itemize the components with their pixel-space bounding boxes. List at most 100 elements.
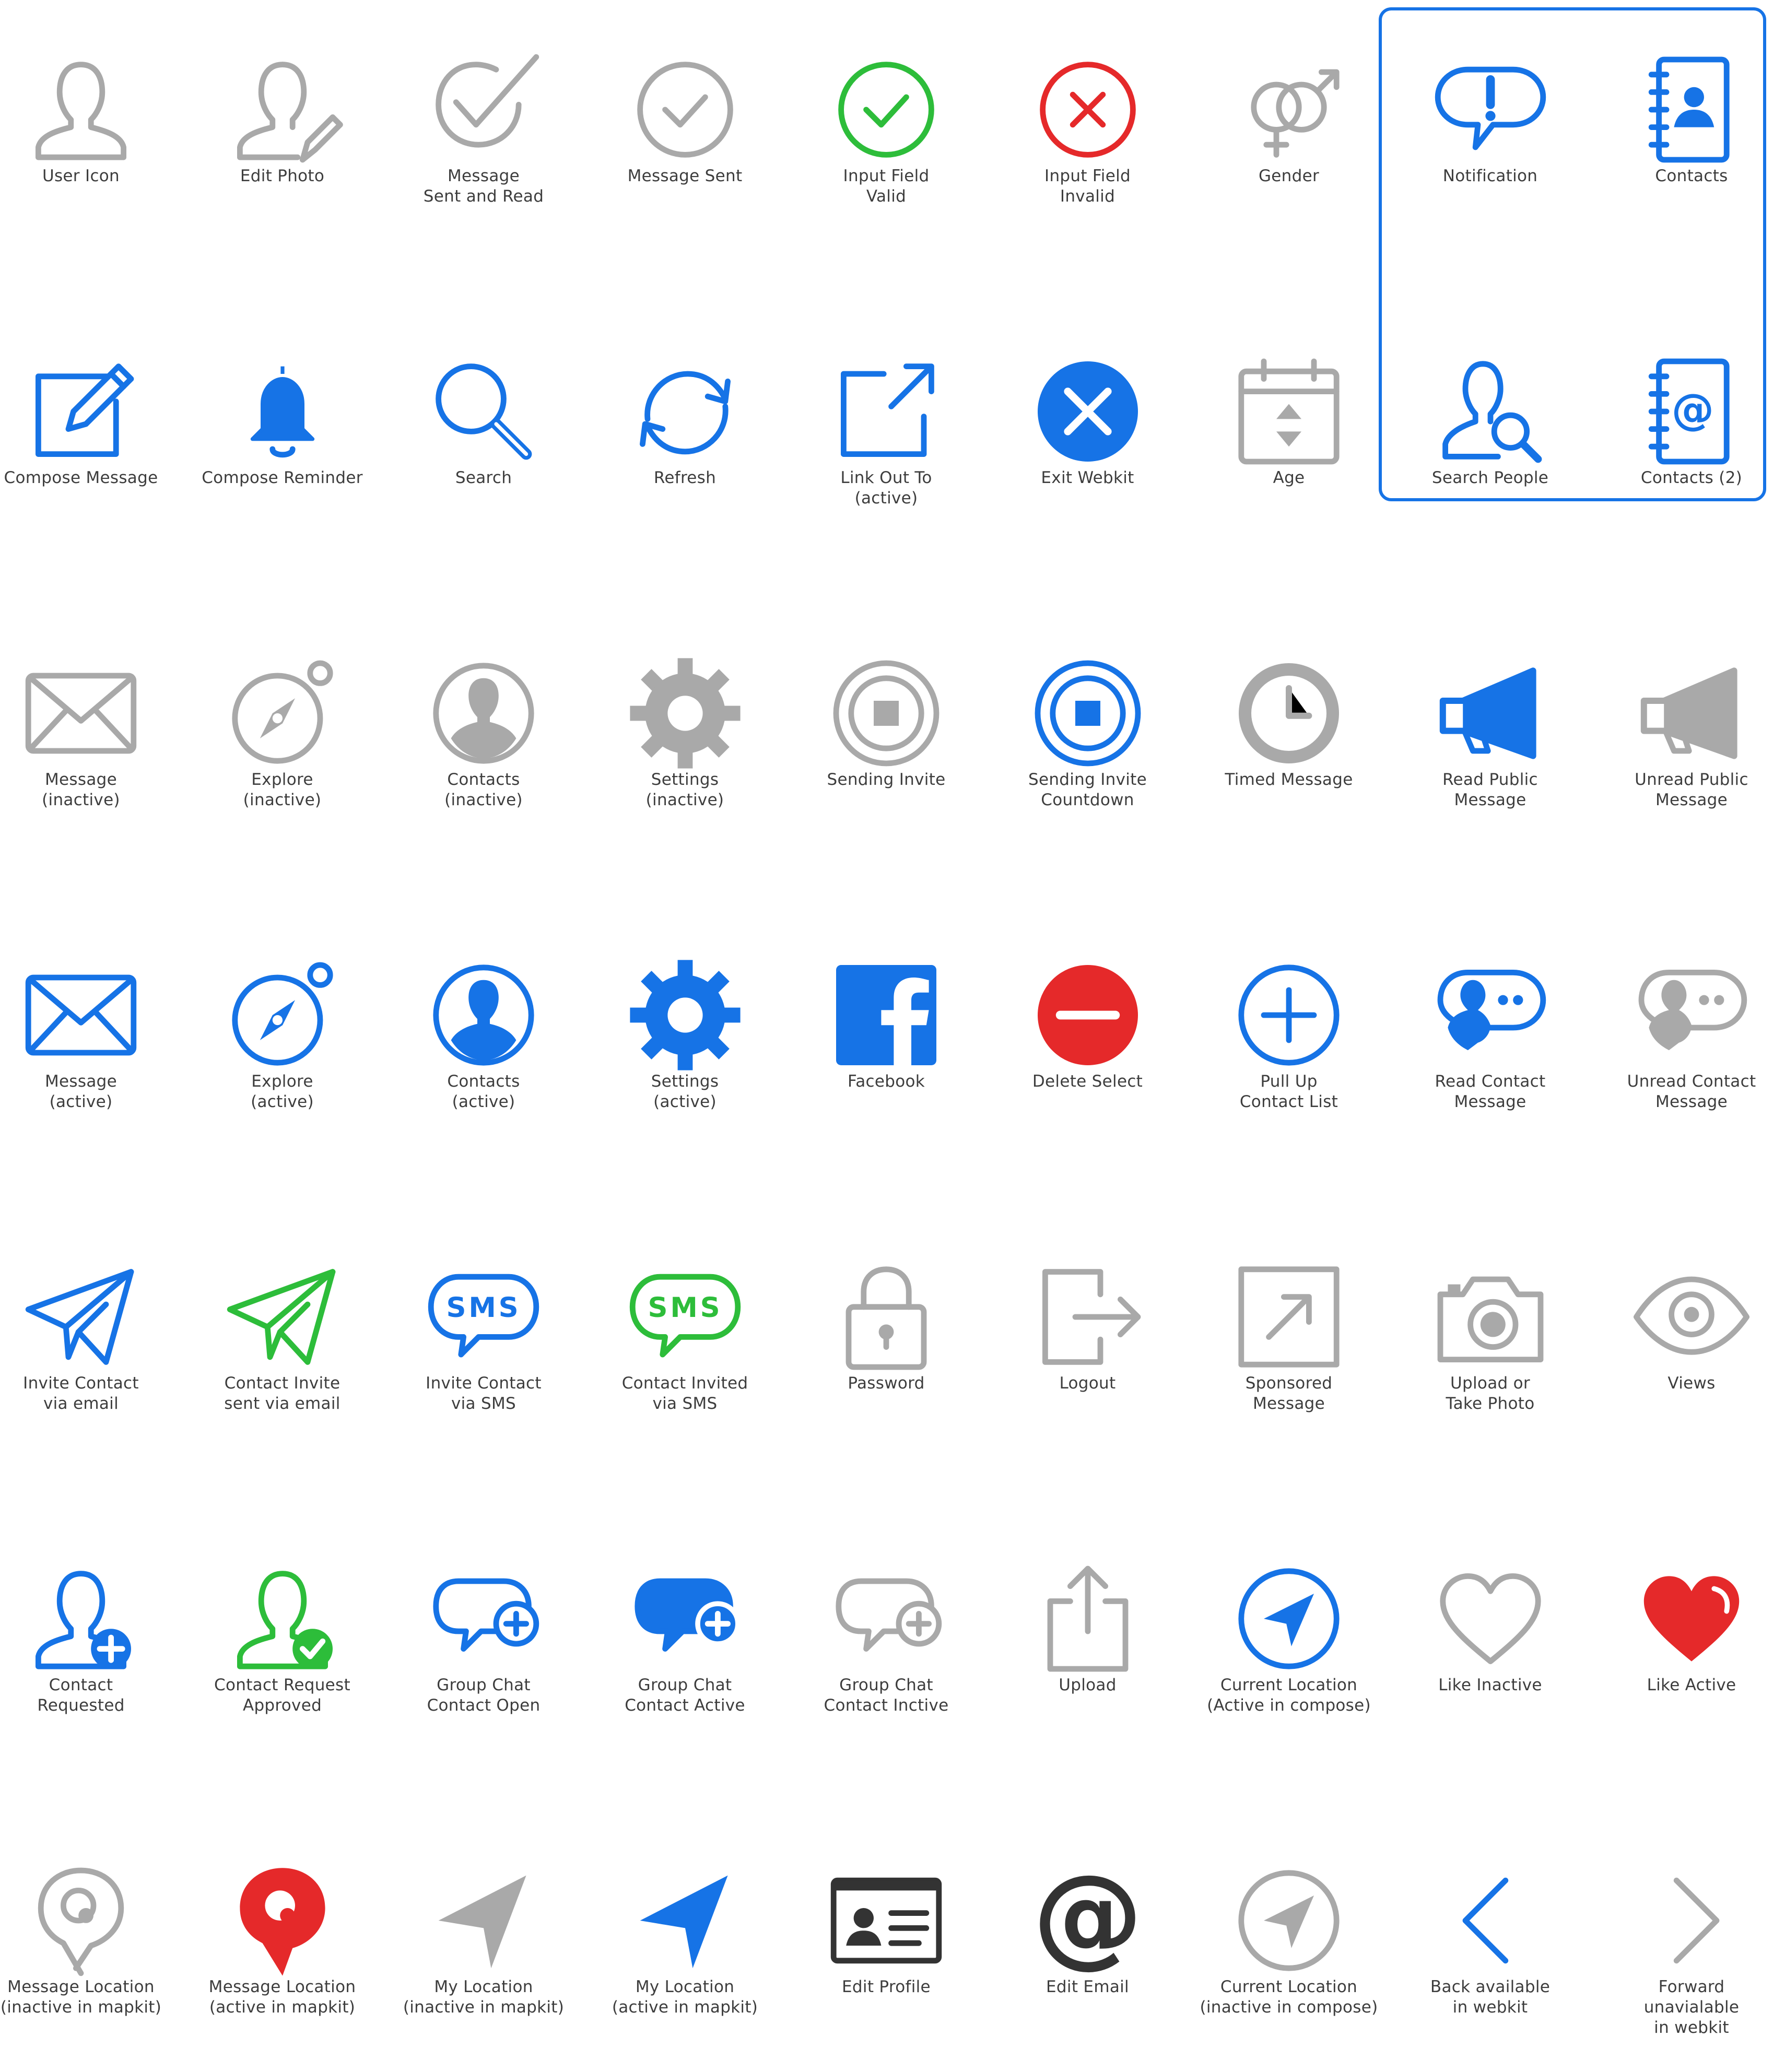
icon-cell-check-circle: Message Sent [586, 0, 784, 261]
icon-cell-logout: Logout [989, 1207, 1187, 1468]
icon-label-line: My Location [635, 1977, 735, 1996]
facebook-icon [824, 952, 949, 1078]
icon-cell-sms-bubble: SMS Contact Invited via SMS [586, 1207, 784, 1468]
icon-cell-eye: Views [1592, 1207, 1785, 1468]
icon-label: Group Chat Contact Active [586, 1675, 784, 1716]
icon-label-line: (inactive in mapkit) [403, 1998, 565, 2017]
user-check-icon [220, 1556, 345, 1681]
icon-label-line: Search [455, 468, 512, 487]
icon-label-line: Upload or [1450, 1374, 1530, 1393]
icon-label: Like Inactive [1391, 1675, 1590, 1696]
icon-label: Gender [1190, 166, 1388, 186]
svg-text:SMS: SMS [648, 1292, 722, 1324]
icon-label: Search [384, 468, 583, 488]
map-pin-filled-icon [220, 1858, 345, 1983]
icon-cell-compass: Explore (inactive) [183, 604, 382, 865]
gear-icon [623, 952, 748, 1078]
icon-label: Group Chat Contact Open [384, 1675, 583, 1716]
icon-cell-id-card: Edit Profile [787, 1811, 985, 2072]
icon-label: Input Field Invalid [989, 166, 1187, 207]
heart-filled-icon [1629, 1556, 1754, 1681]
icon-label-line: Message [1454, 1092, 1526, 1111]
icon-cell-envelope: Message (active) [0, 905, 180, 1167]
icon-label: Link Out To (active) [787, 468, 985, 509]
icon-cell-contact-bubble: Unread Contact Message [1592, 905, 1785, 1167]
check-big-icon [421, 47, 546, 172]
icon-label-line: Current Location [1220, 1977, 1358, 1996]
icon-label-line: Timed Message [1225, 770, 1353, 789]
icon-label-line: Edit Email [1046, 1977, 1129, 1996]
padlock-icon [824, 1254, 949, 1380]
exit-webkit-icon [1025, 349, 1150, 474]
id-card-icon [824, 1858, 949, 1983]
icon-label-line: Sponsored [1245, 1374, 1333, 1393]
icon-cell-contact-circle: Contacts (active) [384, 905, 583, 1167]
svg-text:SMS: SMS [447, 1292, 521, 1324]
icon-cell-chat-plus-filled: Group Chat Contact Active [586, 1509, 784, 1770]
icon-cell-padlock: Password [787, 1207, 985, 1468]
icon-label-line: Input Field [1044, 167, 1131, 185]
icon-cell-facebook: Facebook [787, 905, 985, 1167]
icon-sheet: User Icon Edit Photo Message Sent and Read M… [0, 0, 1785, 2037]
paper-plane-icon [18, 1254, 144, 1380]
icon-label: Compose Reminder [183, 468, 382, 488]
icon-label-line: Invite Contact [23, 1374, 139, 1393]
icon-label-line: Message [45, 1072, 117, 1091]
bell-icon [220, 349, 345, 474]
icon-label-line: Contact Invite [224, 1374, 340, 1393]
icon-label: Compose Message [0, 468, 180, 488]
icon-label: Contacts (active) [384, 1072, 583, 1112]
icon-label-line: Search People [1431, 468, 1549, 487]
icon-label-line: Settings [651, 770, 719, 789]
icon-cell-paper-plane: Contact Invite sent via email [183, 1207, 382, 1468]
stop-circle-icon [1025, 651, 1150, 776]
icon-cell-arrow-location: My Location (active in mapkit) [586, 1811, 784, 2072]
icon-cell-stop-circle: Sending Invite [787, 604, 985, 865]
icon-label: Contact Invited via SMS [586, 1373, 784, 1414]
compass-icon [220, 651, 345, 776]
icon-cell-search: Search [384, 302, 583, 563]
user-icon [18, 47, 144, 172]
icon-label-line: Password [848, 1374, 925, 1393]
icon-label-line: Contact Invited [621, 1374, 748, 1393]
icon-label-line: via email [43, 1394, 119, 1413]
icon-label: Edit Email [989, 1977, 1187, 1997]
location-circle-icon [1226, 1858, 1352, 1983]
icon-label: Contacts [1592, 166, 1785, 186]
icon-label: Message Location (active in mapkit) [183, 1977, 382, 2018]
icon-label-line: in webkit [1654, 2018, 1729, 2037]
check-circle-icon [623, 47, 748, 172]
icon-label-line: Contacts [1655, 167, 1728, 185]
icon-cell-chevron-left: Back available in webkit [1391, 1811, 1590, 2072]
icon-label-line: Contact [49, 1676, 113, 1694]
icon-label-line: Group Chat [839, 1676, 933, 1694]
icon-label-line: Back available [1430, 1977, 1551, 1996]
icon-cell-megaphone: Unread Public Message [1592, 604, 1785, 865]
icon-label: Contact Request Approved [183, 1675, 382, 1716]
location-circle-icon [1226, 1556, 1352, 1681]
sms-bubble-icon: SMS [421, 1254, 546, 1380]
icon-label-line: (active in mapkit) [612, 1998, 758, 2017]
icon-label-line: Message [448, 167, 520, 185]
icon-label-line: Exit Webkit [1041, 468, 1134, 487]
icon-label-line: (active) [653, 1092, 717, 1111]
icon-label: Explore (inactive) [183, 770, 382, 810]
icon-cell-map-pin-filled: Message Location (active in mapkit) [183, 1811, 382, 2072]
icon-cell-stop-circle: Sending Invite Countdown [989, 604, 1187, 865]
icon-cell-gear: Settings (inactive) [586, 604, 784, 865]
icon-label: Upload or Take Photo [1391, 1373, 1590, 1414]
icon-label-line: Contacts (2) [1640, 468, 1743, 487]
link-out-icon [824, 349, 949, 474]
icon-label: Contact Invite sent via email [183, 1373, 382, 1414]
icon-label-line: Current Location [1220, 1676, 1358, 1694]
icon-cell-user-check: Contact Request Approved [183, 1509, 382, 1770]
icon-label: Settings (inactive) [586, 770, 784, 810]
icon-label-line: Contact Open [427, 1696, 541, 1715]
camera-icon [1428, 1254, 1553, 1380]
icon-label-line: Requested [37, 1696, 125, 1715]
chat-plus-filled-icon [623, 1556, 748, 1681]
icon-label-line: User Icon [42, 167, 120, 185]
icon-label: Upload [989, 1675, 1187, 1696]
icon-cell-plus-circle: Pull Up Contact List [1190, 905, 1388, 1167]
icon-label-line: Age [1273, 468, 1305, 487]
